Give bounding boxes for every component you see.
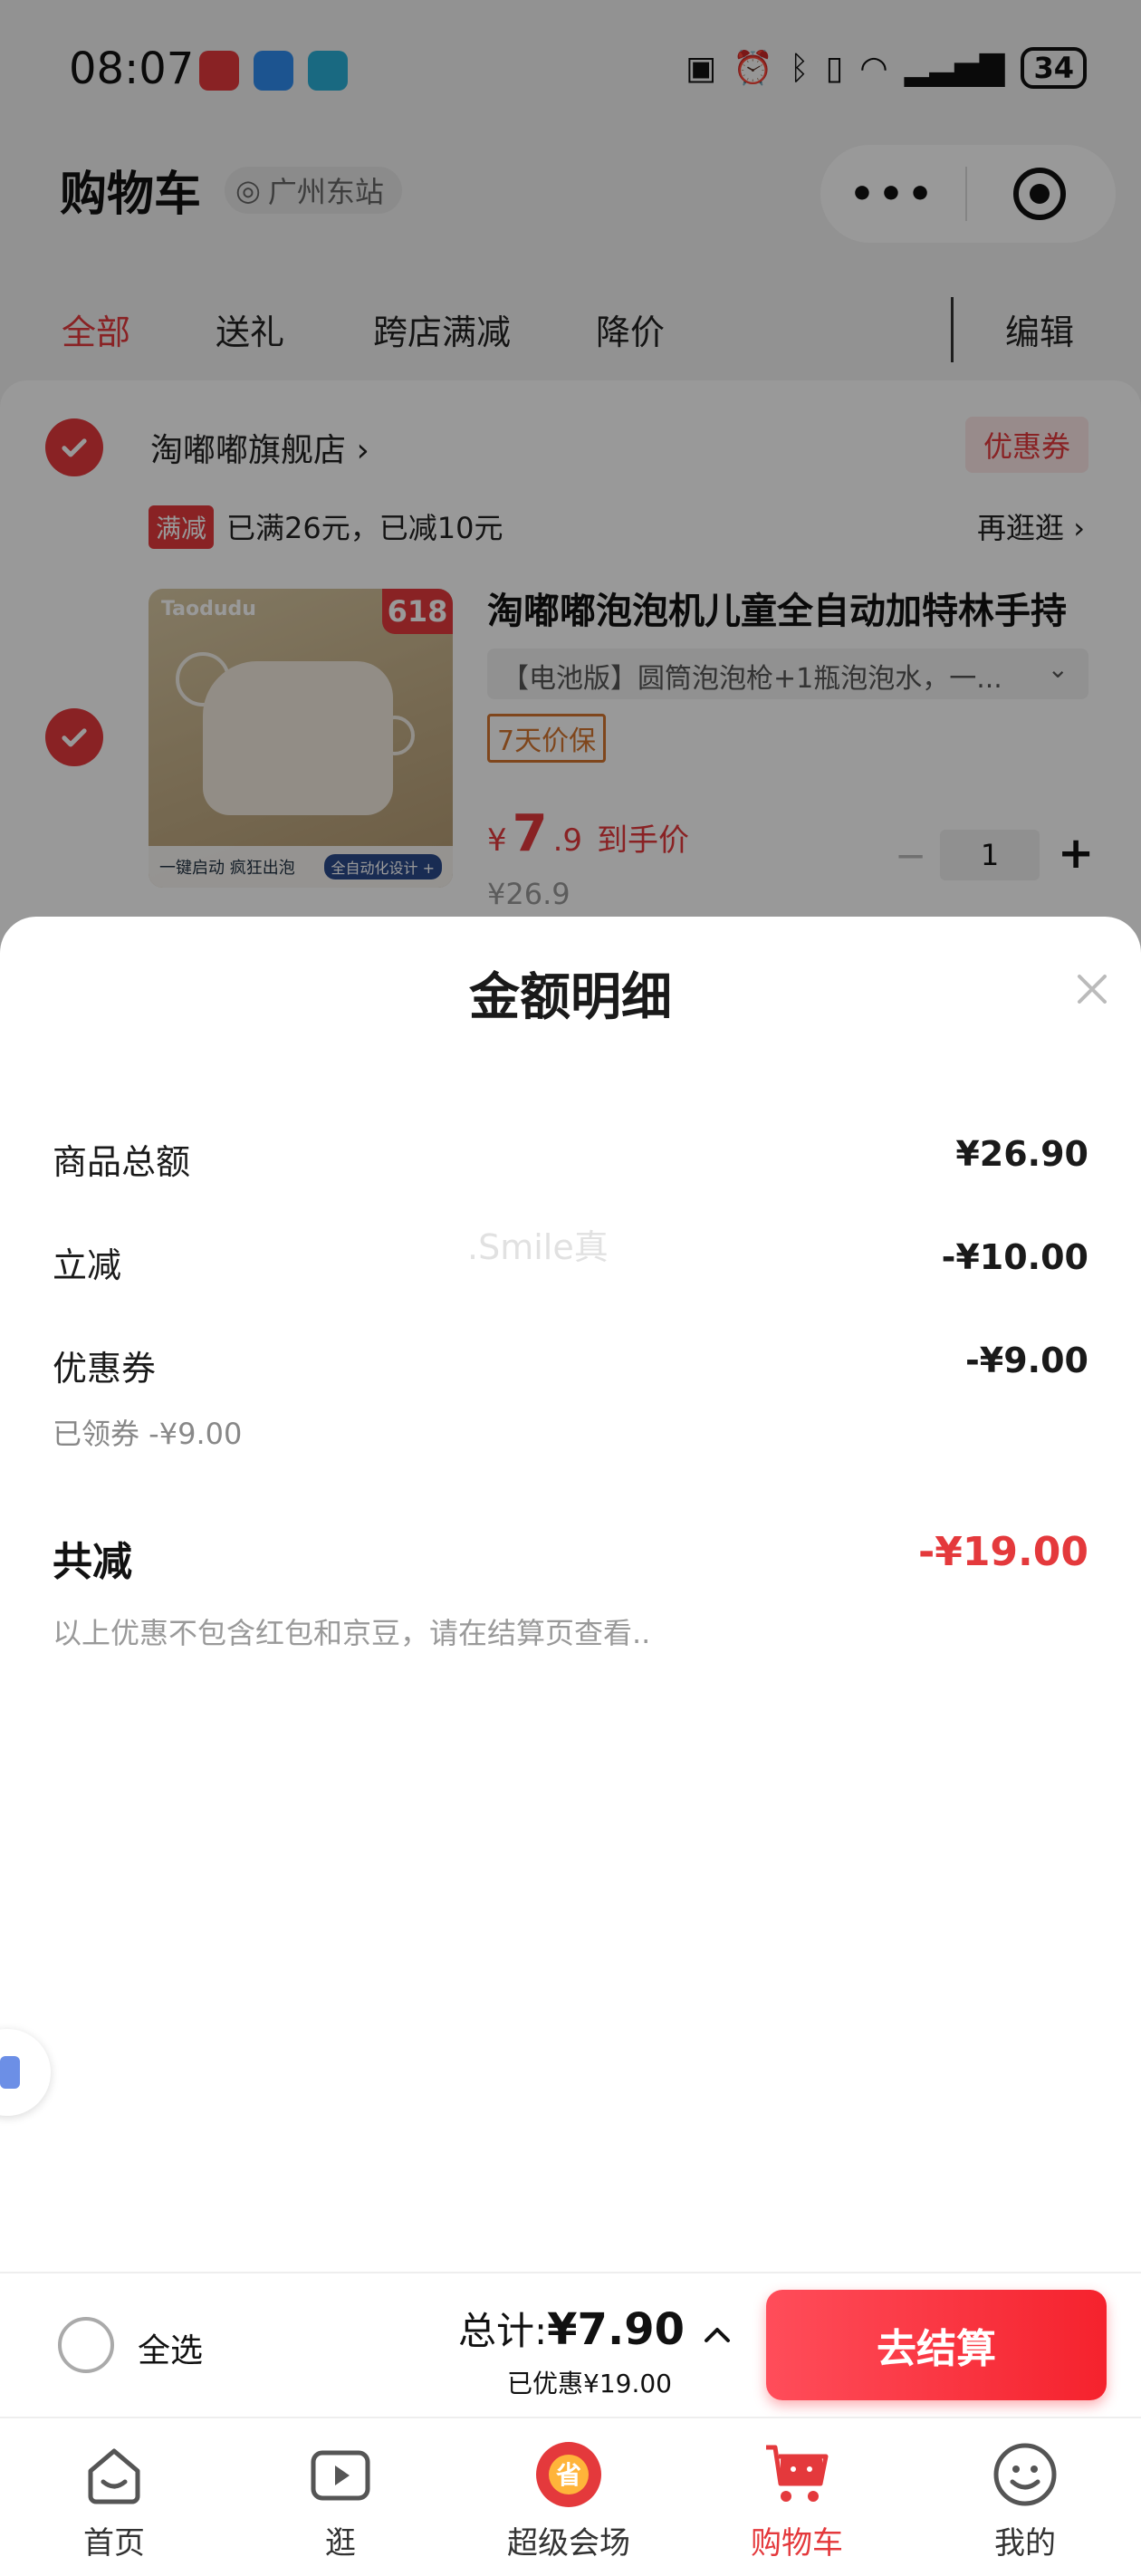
tabbar-label-browse: 逛 <box>325 2525 356 2562</box>
instant-discount-label: 立减 <box>53 1245 122 1285</box>
coupon-subtext: 已领券 -¥9.00 <box>53 1417 243 1451</box>
goods-total-label: 商品总额 <box>53 1142 191 1182</box>
modal-overlay[interactable] <box>0 0 1141 960</box>
checkout-total[interactable]: 总计: ¥7.90 <box>458 2301 685 2356</box>
profile-icon <box>993 2443 1057 2506</box>
super-venue-icon: 省 <box>536 2442 601 2507</box>
svg-text:省: 省 <box>556 2460 581 2490</box>
discount-note: 以上优惠不包含红包和京豆，请在结算页查看.. <box>53 1616 651 1650</box>
amount-detail-sheet: 金额明细 商品总额 ¥26.90 立减 -¥10.00 优惠券 -¥9.00 已… <box>0 917 1141 2272</box>
video-icon <box>311 2450 370 2501</box>
checkout-button[interactable]: 去结算 <box>766 2290 1107 2400</box>
tabbar-label-super-venue: 超级会场 <box>507 2525 630 2562</box>
tabbar-label-cart: 购物车 <box>751 2525 843 2562</box>
cart-icon <box>766 2445 829 2502</box>
select-all-label[interactable]: 全选 <box>138 2324 203 2371</box>
assistant-icon <box>0 2056 20 2089</box>
tabbar-item-home[interactable]: 首页 <box>24 2438 205 2562</box>
tabbar-label-home: 首页 <box>83 2525 145 2562</box>
tabbar-item-browse[interactable]: 逛 <box>250 2438 431 2562</box>
goods-total-value: ¥26.90 <box>955 1134 1088 1174</box>
total-amount: ¥7.90 <box>547 2304 685 2355</box>
home-icon <box>88 2448 140 2504</box>
bottom-tabbar: 首页 逛 省 超级会场 购物车 我的 <box>0 2417 1141 2576</box>
total-discount-value: -¥19.00 <box>917 1529 1088 1575</box>
tabbar-item-cart[interactable]: 购物车 <box>706 2438 887 2562</box>
total-discount-label: 共减 <box>53 1539 132 1585</box>
instant-discount-value: -¥10.00 <box>941 1237 1088 1277</box>
coupon-value: -¥9.00 <box>965 1341 1088 1380</box>
tabbar-item-profile[interactable]: 我的 <box>935 2438 1116 2562</box>
select-all-checkbox[interactable] <box>58 2317 114 2373</box>
checkout-bar: 全选 总计: ¥7.90 已优惠¥19.00 去结算 <box>0 2272 1141 2417</box>
tabbar-item-super-venue[interactable]: 省 超级会场 <box>478 2438 659 2562</box>
saved-amount: 已优惠¥19.00 <box>507 2369 672 2398</box>
watermark: .Smile真 <box>467 1227 609 1267</box>
chevron-up-icon[interactable] <box>699 2317 735 2353</box>
tabbar-label-profile: 我的 <box>994 2525 1056 2562</box>
total-prefix: 总计: <box>458 2309 548 2353</box>
sheet-title: 金额明细 <box>469 968 672 1027</box>
coupon-label: 优惠券 <box>53 1349 157 1389</box>
close-icon[interactable] <box>1072 969 1112 1009</box>
